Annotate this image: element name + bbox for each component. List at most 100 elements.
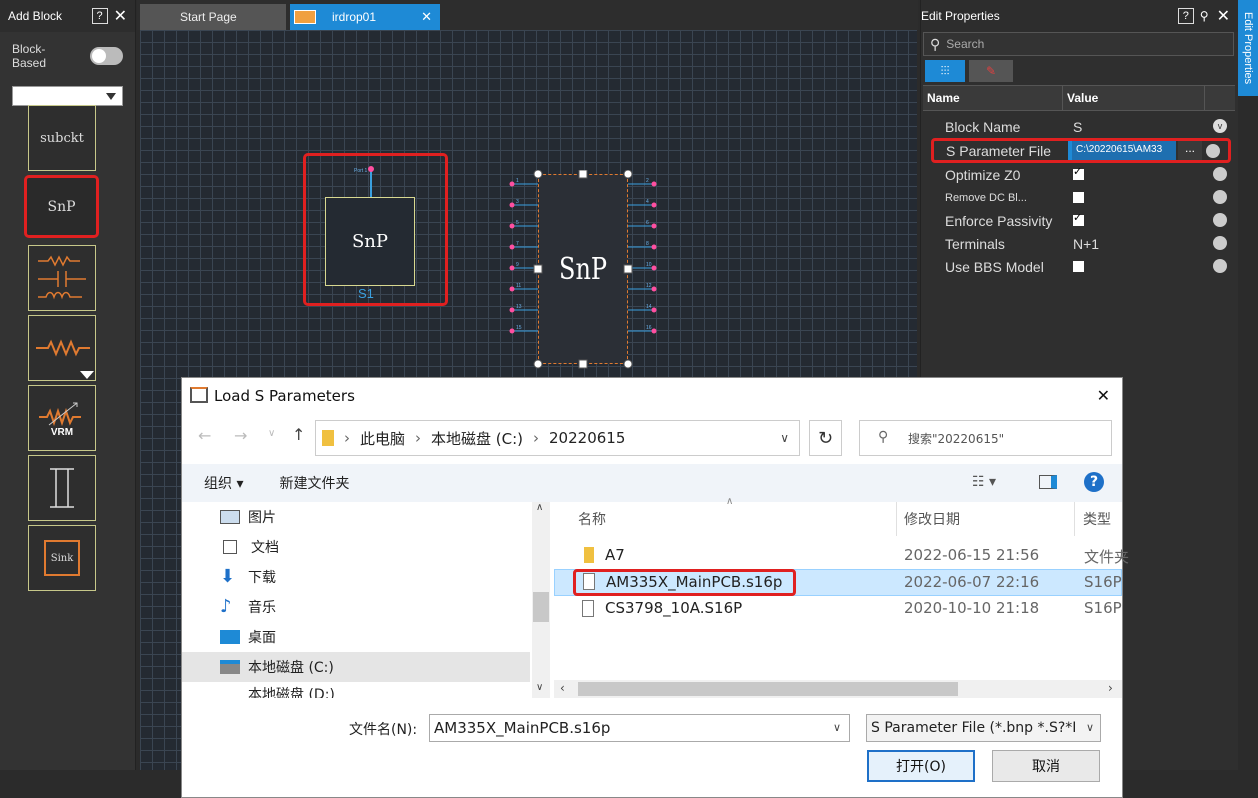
filename-input[interactable]: AM335X_MainPCB.s16p ∨	[429, 714, 850, 742]
block-vrm[interactable]: VRM	[28, 385, 96, 451]
drive-icon	[220, 660, 240, 674]
block-lc-network[interactable]	[28, 245, 96, 311]
breadcrumb-2[interactable]: 20220615	[549, 429, 625, 447]
help-icon[interactable]: ?	[1084, 472, 1104, 492]
chevron-down-icon[interactable]: v	[1213, 119, 1227, 133]
properties-tab[interactable]: ⫶⫶⫶	[925, 60, 965, 82]
folder-icon	[584, 547, 594, 563]
file-row[interactable]: A7 2022-06-15 21:56 文件夹	[554, 542, 1129, 569]
nav-item-local-disk-d[interactable]: 本地磁盘 (D:)	[220, 684, 550, 698]
events-tab[interactable]: ✎	[969, 60, 1013, 82]
chevron-down-icon[interactable]: ∨	[780, 431, 789, 445]
dialog-search-input[interactable]: ⚲ 搜索"20220615"	[859, 420, 1112, 456]
help-button[interactable]: ?	[1177, 8, 1194, 24]
col-header-name[interactable]: 名称	[578, 502, 606, 536]
prop-s-parameter-file[interactable]: S Parameter File C:\20220615\AM33 ...	[931, 138, 1231, 163]
back-icon[interactable]: ←	[198, 426, 211, 445]
visibility-icon[interactable]	[1213, 259, 1227, 273]
scroll-down-icon[interactable]: ∨	[536, 682, 543, 693]
prop-block-name[interactable]: Block Name S v	[923, 115, 1235, 138]
nav-item-music[interactable]: ♪ 音乐	[220, 592, 550, 622]
view-options-icon[interactable]: ☷ ▾	[972, 474, 996, 490]
block-subckt[interactable]: subckt	[28, 105, 96, 171]
prop-use-bbs-model[interactable]: Use BBS Model	[923, 255, 1235, 278]
chevron-down-icon[interactable]: ∨	[833, 721, 841, 734]
col-header-date[interactable]: 修改日期	[896, 502, 1076, 536]
use-bbs-checkbox[interactable]	[1073, 260, 1084, 272]
breadcrumb-1[interactable]: 本地磁盘 (C:)	[431, 428, 523, 449]
help-button[interactable]: ?	[91, 8, 108, 24]
scroll-up-icon[interactable]: ∧	[536, 502, 543, 513]
breadcrumb-0[interactable]: 此电脑	[360, 428, 405, 449]
refresh-button[interactable]: ↻	[809, 420, 842, 456]
file-row-selected[interactable]: AM335X_MainPCB.s16p 2022-06-07 22:16 S16…	[554, 569, 1122, 596]
visibility-icon[interactable]	[1213, 213, 1227, 227]
sort-arrow-icon: ∧	[726, 496, 734, 507]
address-bar[interactable]: › 此电脑 › 本地磁盘 (C:) › 20220615 ∨	[315, 420, 800, 456]
scroll-right-icon[interactable]: ›	[1108, 681, 1113, 695]
nav-item-desktop[interactable]: 桌面	[220, 622, 550, 652]
visibility-icon[interactable]	[1206, 144, 1220, 158]
block-transmission-line[interactable]	[28, 455, 96, 521]
filter-value: S Parameter File (*.bnp *.S?*I	[871, 720, 1077, 736]
organize-button[interactable]: 组织 ▾	[204, 473, 243, 493]
prop-terminals[interactable]: Terminals N+1	[923, 232, 1235, 255]
dialog-close-icon[interactable]: ✕	[1097, 386, 1110, 405]
side-tab-edit-properties[interactable]: Edit Properties	[1238, 0, 1258, 96]
close-icon[interactable]: ✕	[1217, 6, 1230, 26]
visibility-icon[interactable]	[1213, 190, 1227, 204]
port-pin[interactable]	[368, 166, 374, 172]
tab-close-icon[interactable]: ✕	[421, 9, 432, 25]
col-header-type[interactable]: 类型	[1074, 502, 1111, 536]
horizontal-scrollbar[interactable]: ‹ ›	[554, 680, 1122, 698]
open-button[interactable]: 打开(O)	[867, 750, 975, 782]
scrollbar-thumb[interactable]	[533, 592, 549, 622]
new-folder-button[interactable]: 新建文件夹	[279, 473, 349, 493]
remove-dc-checkbox[interactable]	[1073, 191, 1084, 203]
recent-dropdown-icon[interactable]: ∨	[268, 428, 275, 439]
block-resistor[interactable]	[28, 315, 96, 381]
snp-block-s1[interactable]: SnP	[325, 197, 415, 286]
tab-start-page[interactable]: Start Page	[140, 4, 286, 30]
cancel-button[interactable]: 取消	[992, 750, 1100, 782]
scroll-left-icon[interactable]: ‹	[560, 681, 565, 695]
enforce-passivity-checkbox[interactable]	[1073, 211, 1084, 226]
block-category-dropdown[interactable]	[12, 86, 123, 106]
prop-optimize-z0[interactable]: Optimize Z0	[923, 163, 1235, 186]
close-icon[interactable]: ✕	[114, 6, 127, 26]
dialog-titlebar: Load S Parameters ✕	[182, 378, 1122, 414]
add-block-header: Add Block ? ✕	[0, 0, 135, 32]
tab-irdrop01[interactable]: irdrop01 ✕	[290, 4, 440, 30]
pin-icon[interactable]: ⚲	[1200, 9, 1209, 23]
document-tabs: Start Page irdrop01 ✕	[137, 0, 918, 30]
file-name: CS3798_10A.S16P	[605, 599, 743, 617]
preview-pane-icon[interactable]	[1039, 475, 1057, 489]
browse-button[interactable]: ...	[1178, 141, 1202, 160]
block-snp[interactable]: SnP	[24, 175, 99, 238]
expand-arrow-icon[interactable]	[80, 371, 94, 379]
block-based-toggle[interactable]	[89, 47, 123, 65]
block-sink[interactable]: Sink	[28, 525, 96, 591]
nav-item-documents[interactable]: 文档	[220, 532, 550, 562]
forward-icon[interactable]: →	[234, 426, 247, 445]
prop-enforce-passivity[interactable]: Enforce Passivity	[923, 209, 1235, 232]
nav-item-pictures[interactable]: 图片	[220, 502, 550, 532]
properties-search[interactable]: ⚲ Search	[923, 32, 1234, 56]
file-type: S16P	[1084, 573, 1122, 591]
s-param-file-input[interactable]: C:\20220615\AM33	[1068, 141, 1176, 160]
file-row[interactable]: CS3798_10A.S16P 2020-10-10 21:18 S16P	[554, 597, 1122, 624]
chevron-down-icon[interactable]: ∨	[1085, 721, 1094, 734]
prop-remove-dc[interactable]: Remove DC Bl...	[923, 186, 1235, 209]
nav-item-local-disk-c[interactable]: 本地磁盘 (C:)	[182, 652, 530, 682]
nav-item-downloads[interactable]: ⬇ 下载	[220, 562, 550, 592]
visibility-icon[interactable]	[1213, 167, 1227, 181]
optimize-z0-checkbox[interactable]	[1073, 165, 1084, 180]
port-number: 2	[646, 178, 649, 184]
up-icon[interactable]: ↑	[292, 425, 305, 444]
visibility-icon[interactable]	[1213, 236, 1227, 250]
file-type-filter[interactable]: S Parameter File (*.bnp *.S?*I ∨	[866, 714, 1101, 742]
prop-label: Use BBS Model	[945, 258, 1044, 275]
nav-scrollbar[interactable]: ∧ ∨	[532, 502, 550, 698]
port-number: 5	[516, 220, 519, 226]
h-scrollbar-thumb[interactable]	[578, 682, 958, 696]
